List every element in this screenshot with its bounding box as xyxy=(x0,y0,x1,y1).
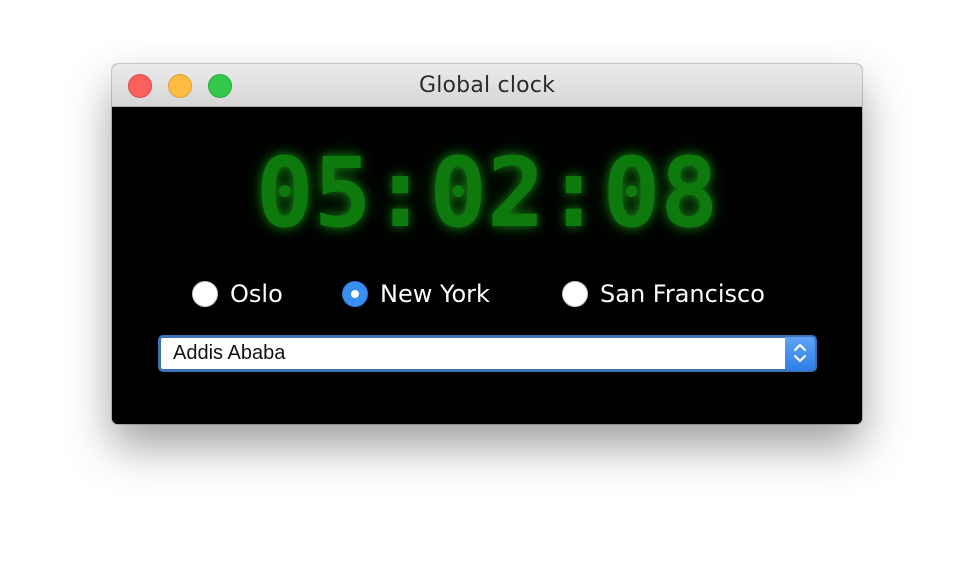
timezone-dropdown-value: Addis Ababa xyxy=(173,342,286,364)
radio-label-new-york: New York xyxy=(380,280,490,308)
radio-button-selected-icon[interactable] xyxy=(342,281,368,307)
digital-clock-display: 05:02:08 xyxy=(255,137,719,249)
city-radio-group: Oslo New York San Francisco xyxy=(112,277,862,311)
radio-new-york[interactable]: New York xyxy=(342,277,490,311)
updown-chevron-icon[interactable] xyxy=(785,337,815,370)
radio-label-san-francisco: San Francisco xyxy=(600,280,765,308)
radio-button-icon[interactable] xyxy=(192,281,218,307)
clock-panel: 05:02:08 Oslo New York San Francisco Add… xyxy=(112,107,862,424)
radio-button-icon[interactable] xyxy=(562,281,588,307)
title-bar[interactable]: Global clock xyxy=(112,64,862,107)
radio-oslo[interactable]: Oslo xyxy=(192,277,283,311)
timezone-dropdown[interactable]: Addis Ababa xyxy=(158,335,817,372)
app-window: Global clock 05:02:08 Oslo New York San … xyxy=(112,64,862,424)
radio-san-francisco[interactable]: San Francisco xyxy=(562,277,765,311)
radio-label-oslo: Oslo xyxy=(230,280,283,308)
window-title: Global clock xyxy=(418,73,556,98)
